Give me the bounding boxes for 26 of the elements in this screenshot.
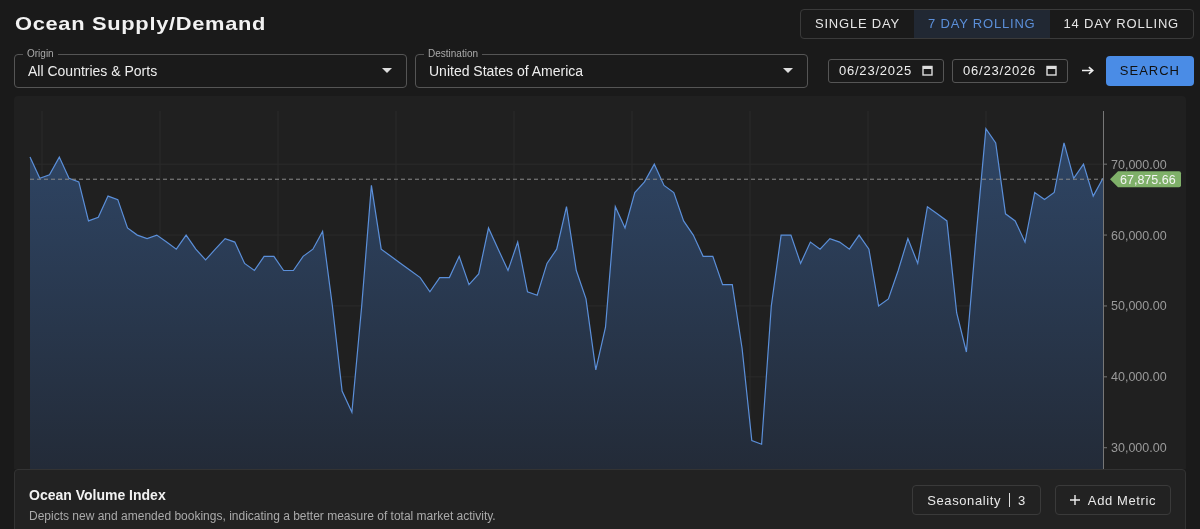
start-date-field[interactable]: 06/23/2025	[827, 58, 944, 83]
period-tab[interactable]: 7 DAY ROLLING	[914, 9, 1050, 38]
period-tab[interactable]: 14 DAY ROLLING	[1049, 9, 1193, 38]
add-metric-button[interactable]: Add Metric	[1054, 485, 1171, 515]
y-tick-label: 30,000.00	[1111, 441, 1167, 456]
page-title: Ocean Supply/Demand	[15, 12, 267, 35]
arrow-right-icon	[1082, 66, 1094, 75]
field-label: Origin	[23, 47, 58, 60]
y-tick-label: 50,000.00	[1111, 299, 1167, 314]
period-tab[interactable]: SINGLE DAY	[800, 9, 915, 38]
calendar-icon	[1046, 65, 1058, 76]
metric-description: Depicts new and amended bookings, indicating a better measure of total market activity.	[29, 509, 496, 523]
seasonality-button[interactable]: Seasonality 3	[912, 485, 1041, 515]
dropdown-caret-icon	[382, 68, 392, 73]
dropdown-caret-icon	[782, 68, 793, 73]
field-label: Destination	[424, 47, 482, 60]
calendar-icon	[921, 65, 933, 76]
metric-title: Ocean Volume Index	[29, 487, 167, 503]
plus-icon	[1069, 495, 1080, 505]
current-value-tag: 67,875.66	[1110, 171, 1181, 188]
end-date-field[interactable]: 06/23/2026	[951, 58, 1069, 83]
y-tick-label: 70,000.00	[1111, 157, 1167, 172]
y-tick-label: 40,000.00	[1111, 370, 1167, 385]
y-tick-label: 60,000.00	[1111, 228, 1167, 243]
ref-line-label: 67,875.66	[1120, 172, 1176, 187]
search-button[interactable]: SEARCH	[1105, 55, 1194, 86]
